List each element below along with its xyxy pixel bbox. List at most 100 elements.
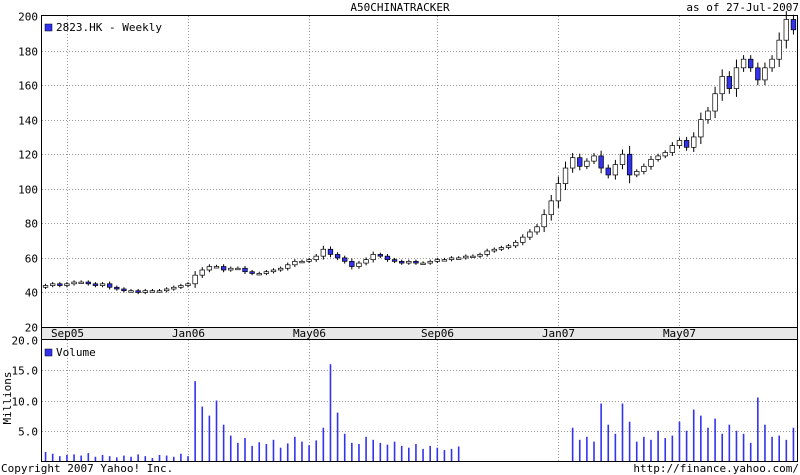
volume-legend-label: Volume [56,346,96,359]
volume-bar [657,430,659,461]
price-tick-label: 120 [18,149,38,162]
volume-bar [778,435,780,461]
volume-tick-label: 15.0 [12,365,39,378]
volume-bar [714,418,716,461]
as-of-date: as of 27-Jul-2007 [686,1,799,14]
candle [584,158,590,170]
volume-bar [265,444,268,461]
candle [762,62,768,86]
volume-bar [400,445,403,461]
volume-tick-label: 10.0 [12,396,39,409]
candle [769,55,775,72]
candle [748,55,754,72]
volume-axis-label: Millions [1,372,14,425]
volume-bar [351,442,353,461]
candle [92,282,99,288]
price-tick-label: 60 [25,253,38,266]
candle [142,288,148,295]
volume-bar [87,453,90,461]
candle [427,259,433,265]
candle [99,282,106,288]
candle [249,269,255,276]
candle [306,257,312,264]
candle [463,254,469,260]
candle [569,153,576,173]
price-legend-swatch [44,23,53,32]
volume-bar [229,435,232,461]
volume-bar [393,441,396,461]
volume-bar [593,441,595,461]
volume-bar [180,453,182,461]
candle [420,261,426,265]
candle [591,153,597,164]
date-tick-label: May06 [293,327,326,340]
candle [484,248,490,257]
volume-bar [137,454,139,461]
volume-bar [721,433,724,461]
candle [498,245,505,251]
price-panel-frame [41,15,798,328]
candle [641,163,647,175]
candle [121,287,127,293]
candle [619,149,626,170]
candle [206,264,213,273]
price-tick-label: 160 [18,80,38,93]
candle [562,161,569,191]
candle [512,240,519,249]
volume-bar [115,457,118,461]
volume-bar [272,439,275,461]
candle [263,269,270,276]
volume-bar [372,439,375,461]
volume-bar [792,427,795,461]
candle [577,153,583,171]
candle [64,282,70,288]
volume-bar [358,444,360,461]
candle [626,145,633,184]
volume-tick-label: 5.0 [18,426,38,439]
price-tick-label: 140 [18,115,38,128]
candle [719,69,725,101]
volume-legend: Volume [44,346,96,359]
volume-bar [586,436,588,461]
date-tick-label: May07 [663,327,696,340]
volume-bar [237,442,239,461]
volume-bar [258,442,261,461]
candle [441,257,448,262]
candle [107,281,113,290]
candle [342,255,348,264]
price-panel: 20 40 60 80 100 120 140 160 180 200 2823.HK - Wee… [18,11,798,335]
candle [220,264,227,273]
candle [477,252,483,258]
volume-bar [329,364,332,461]
candle [527,229,533,241]
volume-bar [614,433,617,461]
candle [676,137,683,149]
volume-bar [336,412,339,461]
volume-legend-swatch [44,348,53,357]
volume-bar [443,450,446,461]
candle [726,71,732,94]
source-url[interactable]: http://finance.yahoo.com/ [633,462,799,475]
volume-bar [757,397,759,461]
candle [171,285,177,291]
chart-title: A50CHINATRACKER [350,1,450,14]
candle [299,259,305,264]
volume-tick-label: 20.0 [12,335,39,348]
volume-bar [571,427,574,461]
volume-bar [244,438,246,461]
volume-bar [73,454,75,461]
copyright: Copyright 2007 Yahoo! Inc. [1,462,173,475]
volume-bar [386,444,389,461]
candle [534,223,540,235]
candle [605,164,611,179]
volume-bar [322,427,325,461]
candle [669,142,676,156]
price-legend-label: 2823.HK - Weekly [56,21,162,34]
candle [349,258,355,270]
candle [292,259,298,268]
volume-bar [678,421,681,461]
candle [520,234,526,246]
price-tick-label: 20 [25,322,38,335]
candle [356,260,362,269]
candle [313,253,319,262]
